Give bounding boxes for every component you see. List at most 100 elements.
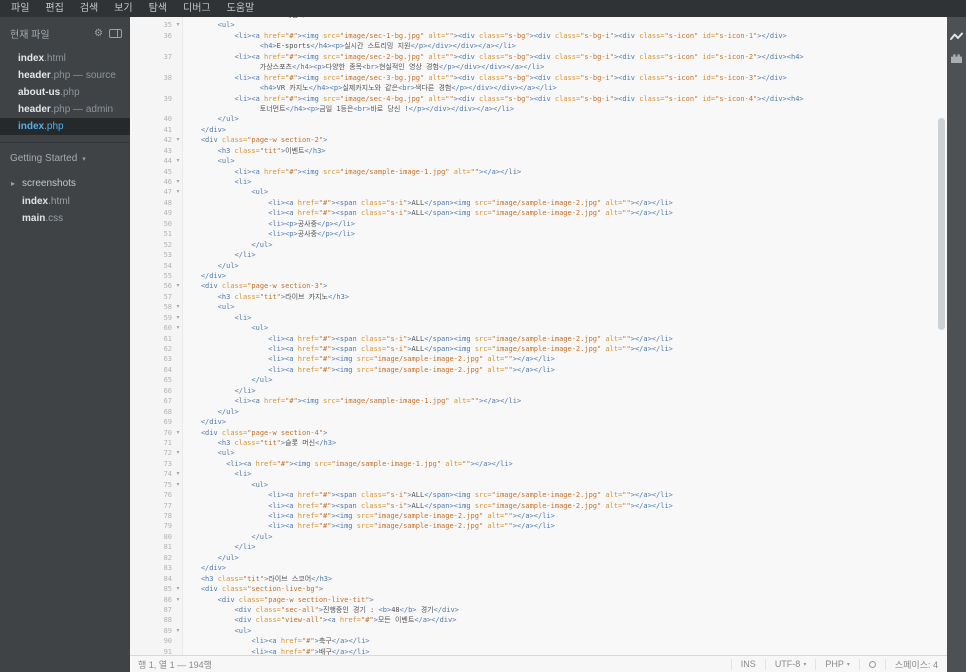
code-line[interactable]: 52 </ul> [130,240,936,250]
code-line[interactable]: 61 <li><a href="#"><span class="s-i">ALL<… [130,334,936,344]
code-line[interactable]: 85 ▾ <div class="section-live-bg"> [130,584,936,594]
code-line[interactable]: 46 ▾ <li> [130,177,936,187]
sidebar-file-2[interactable]: about-us.php [0,84,130,101]
code-line[interactable]: 37 <li><a href="#"><img src="image/sec-2-… [130,52,936,62]
sidebar-file-4[interactable]: index.php [0,118,130,135]
code-line[interactable]: 55 </div> [130,271,936,281]
code-line[interactable]: 58 ▾ <ul> [130,302,936,312]
code-line[interactable]: 91 <li><a href="#">배구</a></li> [130,647,936,655]
insert-mode-indicator[interactable]: INS [730,658,765,670]
editor-scrollbar[interactable] [936,17,947,655]
code-line[interactable]: 56 ▾ <div class="page-w section-3"> [130,281,936,291]
code-line[interactable]: 43 <h3 class="tit">이벤트</h3> [130,146,936,156]
menu-item-0[interactable]: 파일 [3,0,37,17]
tree-file-2[interactable]: main.css [0,210,130,228]
code-line[interactable]: 80 </ul> [130,532,936,542]
code-line[interactable]: 48 <li><a href="#"><span class="s-i">ALL<… [130,198,936,208]
code-line[interactable]: 53 </li> [130,250,936,260]
code-line[interactable]: 70 ▾ <div class="page-w section-4"> [130,428,936,438]
code-line[interactable]: 76 <li><a href="#"><span class="s-i">ALL<… [130,490,936,500]
code-line[interactable]: 35 ▾ <ul> [130,20,936,30]
code-line[interactable]: 62 <li><a href="#"><span class="s-i">ALL<… [130,344,936,354]
lint-status[interactable] [858,658,885,670]
code-line[interactable]: 47 ▾ <ul> [130,187,936,197]
code-line[interactable]: 75 ▾ <ul> [130,480,936,490]
indent-size-setting[interactable]: 스페이스: 4 [884,658,947,670]
code-line[interactable]: 79 <li><a href="#"><img src="image/sample… [130,521,936,531]
menu-item-4[interactable]: 탐색 [141,0,175,17]
code-line[interactable]: 82 </ul> [130,553,936,563]
menu-item-6[interactable]: 도움말 [219,0,263,17]
code-line[interactable]: 86 ▾ <div class="page-w section-live-tit"> [130,595,936,605]
fold-arrow-icon[interactable]: ▾ [172,20,184,30]
code-line[interactable]: 40 </ul> [130,114,936,124]
scrollbar-thumb[interactable] [938,118,945,330]
sidebar-file-3[interactable]: header.php — admin [0,101,130,118]
code-line[interactable]: 73 <li><a href="#"><img src="image/sample… [130,459,936,469]
code-line[interactable]: 51 <li><p>공사중</p></li> [130,229,936,239]
code-line[interactable]: <h4>VR 카지노</h4><p>실제카지노와 같은<br>색다른 경험</p… [130,83,936,93]
menu-item-2[interactable]: 검색 [72,0,106,17]
split-view-icon[interactable] [109,29,122,38]
code-line[interactable]: 72 ▾ <ul> [130,448,936,458]
menu-item-1[interactable]: 편집 [37,0,71,17]
code-line[interactable]: 71 <h3 class="tit">슬롯 머신</h3> [130,438,936,448]
fold-arrow-icon[interactable]: ▾ [172,177,184,187]
code-editor[interactable]: 34<h3 class="tit">게임</h3>35▾<ul>36<li><a… [130,17,936,655]
code-line[interactable]: 81 </li> [130,542,936,552]
code-line[interactable]: 45 <li><a href="#"><img src="image/sample… [130,167,936,177]
fold-arrow-icon[interactable]: ▾ [172,281,184,291]
code-line[interactable]: 67 <li><a href="#"><img src="image/sample… [130,396,936,406]
code-line[interactable]: 49 <li><a href="#"><span class="s-i">ALL<… [130,208,936,218]
fold-arrow-icon[interactable]: ▾ [172,584,184,594]
fold-arrow-icon[interactable]: ▾ [172,323,184,333]
code-line[interactable]: 57 <h3 class="tit">라이브 카지노</h3> [130,292,936,302]
code-line[interactable]: 88 <div class="view-all"><a href="#">모든 이… [130,615,936,625]
project-dropdown[interactable]: Getting Started ▾ [0,146,130,171]
menu-item-5[interactable]: 디버그 [175,0,219,17]
code-line[interactable]: 59 ▾ <li> [130,313,936,323]
code-line[interactable]: 90 <li><a href="#">축구</a></li> [130,636,936,646]
encoding-selector[interactable]: UTF-8 ▾ [764,658,816,670]
code-line[interactable]: 68 </ul> [130,407,936,417]
code-line[interactable]: 65 </ul> [130,375,936,385]
fold-arrow-icon[interactable]: ▾ [172,480,184,490]
code-line[interactable]: 83 </div> [130,563,936,573]
fold-arrow-icon[interactable]: ▾ [172,469,184,479]
code-line[interactable]: 60 ▾ <ul> [130,323,936,333]
tree-file-1[interactable]: index.html [0,193,130,211]
fold-arrow-icon[interactable]: ▾ [172,595,184,605]
code-line[interactable]: 89 ▾ <ul> [130,626,936,636]
sidebar-file-0[interactable]: index.html [0,50,130,67]
code-line[interactable]: 64 <li><a href="#"><img src="image/sample… [130,365,936,375]
code-line[interactable]: 41 </div> [130,125,936,135]
fold-arrow-icon[interactable]: ▾ [172,626,184,636]
code-line[interactable]: 74 ▾ <li> [130,469,936,479]
code-line[interactable]: 가상스포츠</h4><p>다양한 종목<br>현실적인 영상 경험</p></d… [130,62,936,72]
code-line[interactable]: 36 <li><a href="#"><img src="image/sec-1-… [130,31,936,41]
code-line[interactable]: 토너먼트</h4><p>금일 1등은<br>바로 당신 !</p></div><… [130,104,936,114]
code-line[interactable]: 84 <h3 class="tit">라이브 스코어</h3> [130,574,936,584]
menu-item-3[interactable]: 보기 [106,0,140,17]
fold-arrow-icon[interactable]: ▾ [172,302,184,312]
code-line[interactable]: 42 ▾ <div class="page-w section-2"> [130,135,936,145]
code-line[interactable]: 66 </li> [130,386,936,396]
code-line[interactable]: 69 </div> [130,417,936,427]
extension-manager-button[interactable] [949,52,964,65]
code-line[interactable]: 77 <li><a href="#"><span class="s-i">ALL<… [130,501,936,511]
code-line[interactable]: 50 <li><p>공사중</p></li> [130,219,936,229]
fold-arrow-icon[interactable]: ▾ [172,135,184,145]
fold-arrow-icon[interactable]: ▾ [172,156,184,166]
fold-arrow-icon[interactable]: ▾ [172,187,184,197]
sidebar-file-1[interactable]: header.php — source [0,67,130,84]
live-preview-button[interactable] [949,30,964,43]
code-line[interactable]: 87 <div class="sec-all">진행중인 경기 : <b>48</… [130,605,936,615]
code-line[interactable]: 44 ▾ <ul> [130,156,936,166]
code-line[interactable]: 63 <li><a href="#"><img src="image/sample… [130,354,936,364]
fold-arrow-icon[interactable]: ▾ [172,428,184,438]
language-selector[interactable]: PHP ▾ [815,658,859,670]
code-line[interactable]: <h4>E-sports</h4><p>실시간 스트리밍 지원</p></div… [130,41,936,51]
gear-icon[interactable]: ⚙ [94,28,103,39]
code-line[interactable]: 38 <li><a href="#"><img src="image/sec-3-… [130,73,936,83]
fold-arrow-icon[interactable]: ▾ [172,313,184,323]
